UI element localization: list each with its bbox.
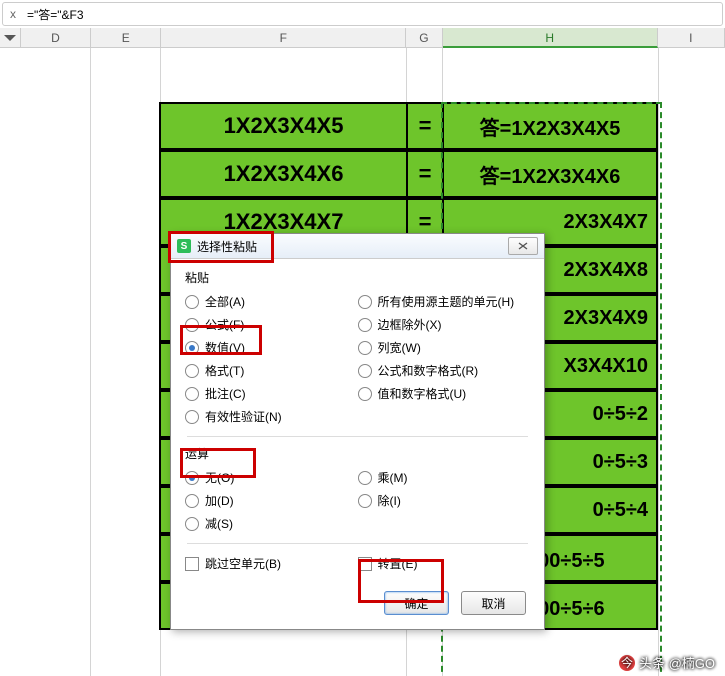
cell-f[interactable]: 1X2X3X4X6 [159, 150, 406, 198]
opt-label: 公式和数字格式(R) [378, 362, 479, 379]
separator [187, 543, 528, 544]
formula-input[interactable] [23, 3, 722, 25]
radio-divide[interactable]: 除(I) [358, 489, 531, 512]
col-header-H[interactable]: H [443, 28, 658, 48]
col-header-I[interactable]: I [658, 28, 725, 48]
dialog-title: 选择性粘贴 [197, 238, 508, 255]
paste-group-label: 粘贴 [185, 269, 530, 286]
col-header-F[interactable]: F [161, 28, 406, 48]
radio-values[interactable]: 数值(V) [185, 336, 358, 359]
opt-label: 值和数字格式(U) [378, 385, 467, 402]
cell-f[interactable]: 1X2X3X4X5 [159, 102, 406, 150]
close-icon[interactable] [508, 237, 538, 255]
cancel-button[interactable]: 取消 [461, 591, 526, 615]
opt-label: 所有使用源主题的单元(H) [378, 293, 515, 310]
opt-label: 乘(M) [378, 469, 408, 486]
paste-special-dialog: S 选择性粘贴 粘贴 全部(A) 公式(F) 数值(V) 格式(T) 批注(C)… [170, 233, 545, 630]
opt-label: 数值(V) [205, 339, 245, 356]
col-header-E[interactable]: E [91, 28, 161, 48]
spreadsheet-area: D E F G H I 1X2X3X4X5=答=1X2X3X4X5 1X2X3X… [0, 28, 725, 676]
opt-label: 列宽(W) [378, 339, 421, 356]
dialog-footer: 确定 取消 [171, 579, 544, 629]
radio-none[interactable]: 无(O) [185, 466, 358, 489]
formula-bar: x [2, 2, 723, 26]
cell-g[interactable]: = [406, 150, 442, 198]
row-area: 1X2X3X4X5=答=1X2X3X4X5 1X2X3X4X6=答=1X2X3X… [0, 48, 725, 676]
opt-label: 加(D) [205, 492, 234, 509]
opt-label: 有效性验证(N) [205, 408, 282, 425]
radio-value-num[interactable]: 值和数字格式(U) [358, 382, 531, 405]
opt-label: 除(I) [378, 492, 401, 509]
cell-h[interactable]: 答=1X2X3X4X5 [442, 102, 658, 150]
watermark-icon: 今 [619, 655, 635, 671]
opt-label: 格式(T) [205, 362, 244, 379]
separator [187, 436, 528, 437]
table-row: 1X2X3X4X5=答=1X2X3X4X5 [159, 102, 659, 150]
app-icon: S [177, 239, 191, 253]
table-row: 1X2X3X4X6=答=1X2X3X4X6 [159, 150, 659, 198]
radio-formats[interactable]: 格式(T) [185, 359, 358, 382]
opt-label: 公式(F) [205, 316, 244, 333]
radio-col-width[interactable]: 列宽(W) [358, 336, 531, 359]
radio-formulas[interactable]: 公式(F) [185, 313, 358, 336]
radio-no-border[interactable]: 边框除外(X) [358, 313, 531, 336]
radio-comments[interactable]: 批注(C) [185, 382, 358, 405]
select-all-triangle[interactable] [0, 28, 21, 48]
check-skip-blanks[interactable]: 跳过空单元(B) [185, 552, 358, 575]
col-header-D[interactable]: D [21, 28, 91, 48]
radio-add[interactable]: 加(D) [185, 489, 358, 512]
watermark-text: 头条 @楠GO [639, 653, 715, 672]
radio-subtract[interactable]: 减(S) [185, 512, 358, 535]
radio-validation[interactable]: 有效性验证(N) [185, 405, 358, 428]
opt-label: 跳过空单元(B) [205, 555, 281, 572]
column-headers: D E F G H I [0, 28, 725, 48]
radio-multiply[interactable]: 乘(M) [358, 466, 531, 489]
opt-label: 无(O) [205, 469, 234, 486]
opt-label: 减(S) [205, 515, 233, 532]
dialog-titlebar[interactable]: S 选择性粘贴 [171, 234, 544, 259]
operation-options: 无(O) 加(D) 减(S) 乘(M) 除(I) [185, 466, 530, 535]
opt-label: 批注(C) [205, 385, 246, 402]
ok-button[interactable]: 确定 [384, 591, 449, 615]
watermark: 今 头条 @楠GO [619, 653, 715, 672]
radio-theme[interactable]: 所有使用源主题的单元(H) [358, 290, 531, 313]
paste-options: 全部(A) 公式(F) 数值(V) 格式(T) 批注(C) 有效性验证(N) 所… [185, 290, 530, 428]
dialog-body: 粘贴 全部(A) 公式(F) 数值(V) 格式(T) 批注(C) 有效性验证(N… [171, 259, 544, 575]
opt-label: 边框除外(X) [378, 316, 442, 333]
op-group-label: 运算 [185, 445, 530, 462]
opt-label: 全部(A) [205, 293, 245, 310]
cell-h[interactable]: 答=1X2X3X4X6 [442, 150, 658, 198]
cell-g[interactable]: = [406, 102, 442, 150]
check-transpose[interactable]: 转置(E) [358, 552, 531, 575]
radio-formula-num[interactable]: 公式和数字格式(R) [358, 359, 531, 382]
formula-bar-label: x [3, 7, 23, 21]
bottom-options: 跳过空单元(B) 转置(E) [185, 552, 530, 575]
col-header-G[interactable]: G [406, 28, 443, 48]
opt-label: 转置(E) [378, 555, 418, 572]
radio-all[interactable]: 全部(A) [185, 290, 358, 313]
